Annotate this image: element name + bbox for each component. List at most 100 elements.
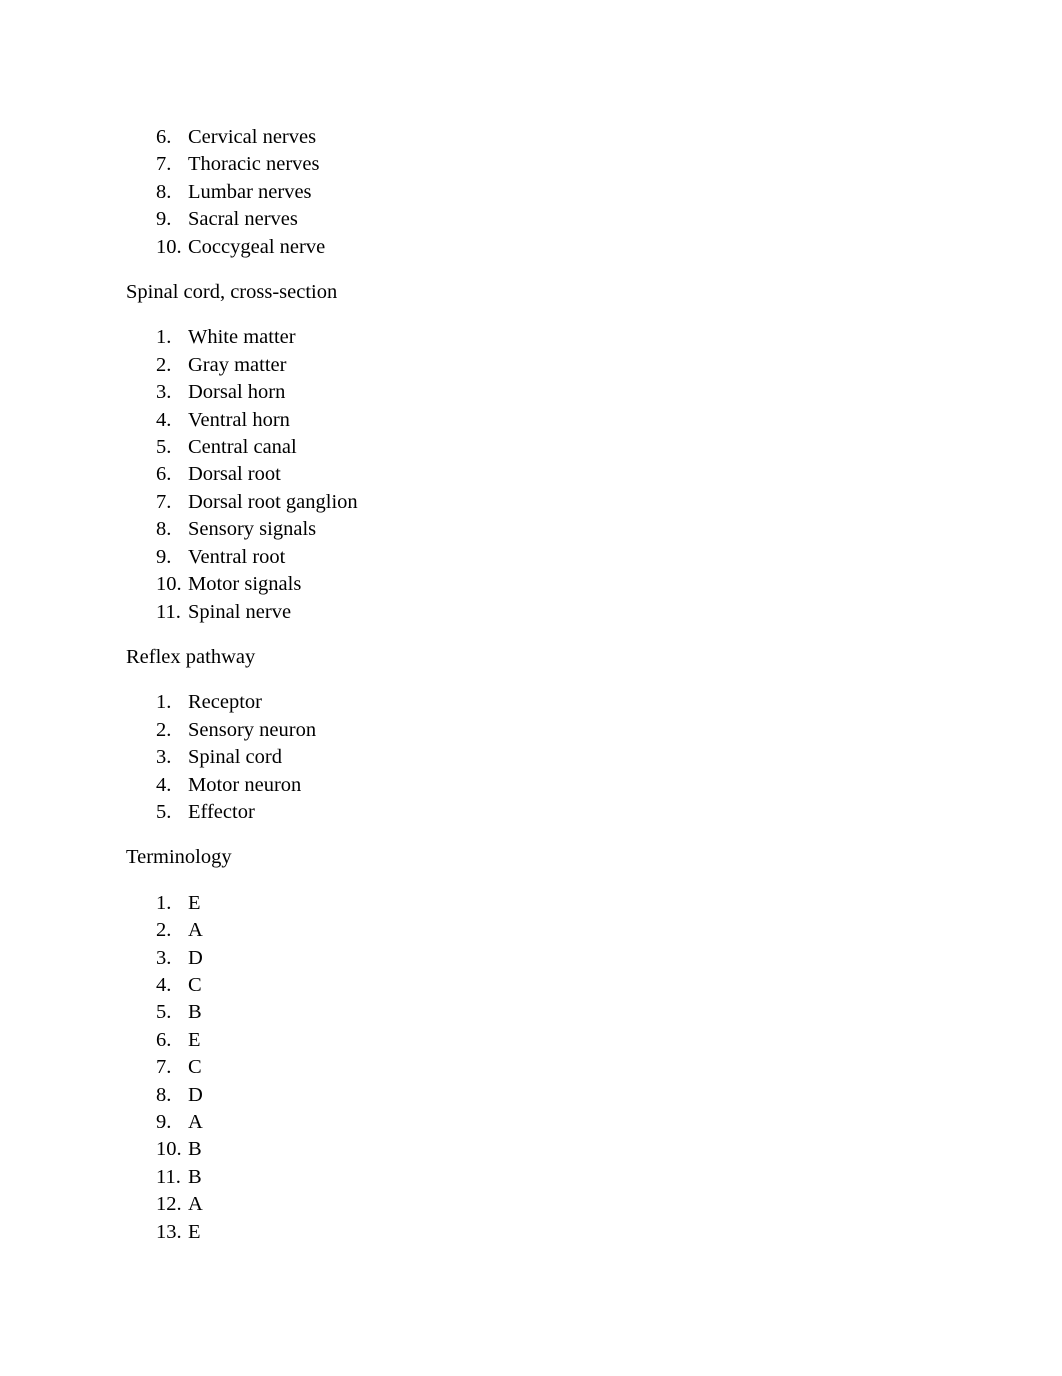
list-item-label: Cervical nerves xyxy=(188,126,317,148)
list-item-label: Ventral horn xyxy=(188,408,290,431)
list-item: 2. A xyxy=(126,917,936,944)
list-item: 1. Receptor xyxy=(126,689,936,716)
list-item-marker: 6. xyxy=(156,463,172,486)
list-item: 2. Gray matter xyxy=(126,352,936,379)
list-item-label: Sensory neuron xyxy=(188,718,317,741)
list-item: 10. Motor signals xyxy=(126,571,936,598)
list-item-label: Motor signals xyxy=(188,573,302,596)
list-item-marker: 6. xyxy=(156,1028,172,1051)
list-item-marker: 4. xyxy=(156,973,172,996)
list-item-marker: 3. xyxy=(156,381,172,404)
list-item-label: Sacral nerves xyxy=(188,208,298,231)
list-item: 12. A xyxy=(126,1191,936,1218)
list-item: 3. D xyxy=(126,945,936,972)
list-item-marker: 1. xyxy=(156,891,172,914)
list-item-marker: 5. xyxy=(156,436,172,459)
terminology-answer-list: 1. E 2. A 3. D 4. C 5. B 6. E 7. C 8. D 9. A 10. B 11. B 12. A 1… xyxy=(126,890,936,1246)
document-body: 6. Cervical nerves 7. Thoracic nerves 8. Lumb… xyxy=(126,124,936,1246)
list-item-label: Ventral root xyxy=(188,545,286,568)
list-item: 10. Coccygeal nerve xyxy=(126,234,936,261)
list-item-label: Dorsal root ganglion xyxy=(188,490,358,513)
spinal-cord-cross-section-list: 1. White matter 2. Gray matter 3. Dorsal horn… xyxy=(126,324,936,625)
list-item-marker: 9. xyxy=(156,545,172,568)
list-item-marker: 10. xyxy=(156,573,182,596)
list-item: 7. C xyxy=(126,1054,936,1081)
list-item-label: Thoracic nerves xyxy=(188,153,320,176)
list-item: 5. B xyxy=(126,999,936,1026)
list-item: 3. Dorsal horn xyxy=(126,379,936,406)
list-item-marker: 8. xyxy=(156,1083,172,1106)
list-item: 7. Thoracic nerves xyxy=(126,151,936,178)
list-item: 11. Spinal nerve xyxy=(126,599,936,626)
list-item: 9. A xyxy=(126,1109,936,1136)
list-item-label: Coccygeal nerve xyxy=(188,235,326,258)
list-item: 3. Spinal cord xyxy=(126,744,936,771)
list-item-marker: 3. xyxy=(156,946,172,969)
list-item-marker: 11. xyxy=(156,1165,181,1188)
list-item-marker: 5. xyxy=(156,800,172,823)
list-item: 9. Sacral nerves xyxy=(126,206,936,233)
list-item-marker: 9. xyxy=(156,208,172,231)
list-item-marker: 8. xyxy=(156,180,172,203)
list-item-marker: 2. xyxy=(156,353,172,376)
spinal-nerves-list: 6. Cervical nerves 7. Thoracic nerves 8. Lumb… xyxy=(126,124,936,261)
list-item: 5. Effector xyxy=(126,799,936,826)
list-item: 10. B xyxy=(126,1136,936,1163)
list-item: 7. Dorsal root ganglion xyxy=(126,489,936,516)
list-item-label: Dorsal root xyxy=(188,463,281,486)
list-item-marker: 4. xyxy=(156,408,172,431)
list-item: 4. Ventral horn xyxy=(126,407,936,434)
list-item: 8. D xyxy=(126,1082,936,1109)
list-item-marker: 6. xyxy=(156,126,172,148)
list-item: 13. E xyxy=(126,1219,936,1246)
heading-reflex-pathway: Reflex pathway xyxy=(126,645,256,668)
reflex-pathway-list: 1. Receptor 2. Sensory neuron 3. Spinal cord 4… xyxy=(126,689,936,826)
list-item-marker: 7. xyxy=(156,153,172,176)
list-item-marker: 5. xyxy=(156,1001,172,1024)
list-item: 4. C xyxy=(126,972,936,999)
list-item-marker: 9. xyxy=(156,1111,172,1133)
list-item-marker: 7. xyxy=(156,490,172,513)
list-item-marker: 10. xyxy=(156,235,182,258)
list-item-label: Sensory signals xyxy=(188,518,317,541)
heading-terminology: Terminology xyxy=(126,846,232,869)
list-item: 11. B xyxy=(126,1164,936,1191)
list-item: 8. Lumbar nerves xyxy=(126,179,936,206)
list-item-marker: 10. xyxy=(156,1138,182,1161)
list-item-label: Spinal cord xyxy=(188,746,282,769)
list-item: 9. Ventral root xyxy=(126,544,936,571)
list-item: 5. Central canal xyxy=(126,434,936,461)
list-item: 6. Cervical nerves xyxy=(126,124,936,151)
list-item-label: Lumbar nerves xyxy=(188,180,312,203)
list-item: 1. White matter xyxy=(126,324,936,351)
document-page: 6. Cervical nerves 7. Thoracic nerves 8. Lumb… xyxy=(0,0,1062,1376)
list-item-label: Gray matter xyxy=(188,353,287,376)
list-item-marker: 13. xyxy=(156,1220,182,1243)
list-item-marker: 8. xyxy=(156,518,172,541)
list-item-label: Motor neuron xyxy=(188,773,302,796)
heading-spinal-cord-cross-section: Spinal cord, cross-section xyxy=(126,281,338,304)
list-item-label: Spinal nerve xyxy=(188,600,292,623)
list-item: 2. Sensory neuron xyxy=(126,717,936,744)
list-item: 1. E xyxy=(126,890,936,917)
list-item-marker: 1. xyxy=(156,326,172,349)
list-item-label: Dorsal horn xyxy=(188,381,286,404)
list-item-marker: 2. xyxy=(156,919,172,942)
list-item-marker: 1. xyxy=(156,691,172,714)
list-item: 8. Sensory signals xyxy=(126,516,936,543)
list-item-label: Central canal xyxy=(188,436,297,459)
list-item-marker: 2. xyxy=(156,718,172,741)
list-item-marker: 12. xyxy=(156,1193,182,1216)
list-item: 6. Dorsal root xyxy=(126,461,936,488)
list-item-marker: 4. xyxy=(156,773,172,796)
list-item-marker: 11. xyxy=(156,600,181,623)
list-item-label: White matter xyxy=(188,326,296,349)
list-item-marker: 3. xyxy=(156,746,172,769)
list-item: 4. Motor neuron xyxy=(126,772,936,799)
list-item: 6. E xyxy=(126,1027,936,1054)
